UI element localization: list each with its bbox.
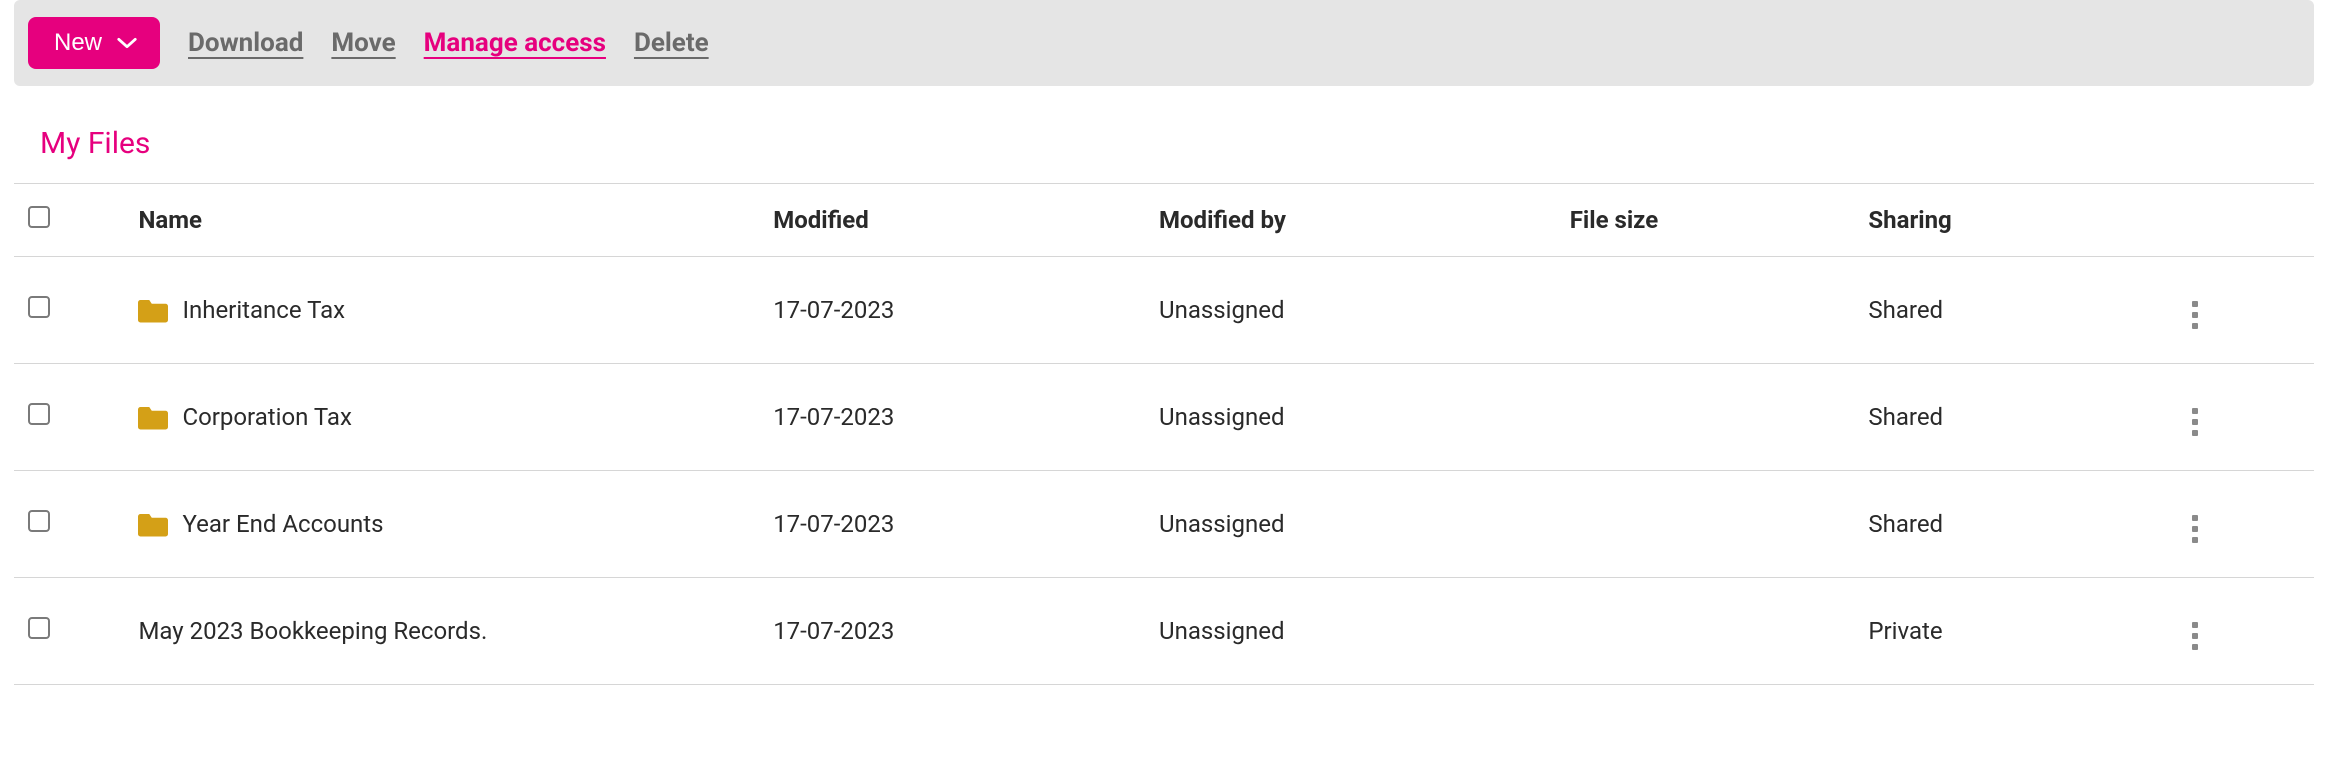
move-link[interactable]: Move: [331, 28, 395, 58]
file-table: Name Modified Modified by File size Shar…: [14, 183, 2314, 685]
row-modified: 17-07-2023: [773, 257, 1159, 364]
row-file-size: [1570, 364, 1869, 471]
table-row: Corporation Tax 17-07-2023Unassigned Share…: [14, 364, 2314, 471]
table-row: Year End Accounts 17-07-2023Unassigned Sha…: [14, 471, 2314, 578]
row-actions-cell: [2155, 578, 2314, 685]
row-name-wrap[interactable]: Inheritance Tax: [138, 296, 763, 324]
header-actions: [2155, 184, 2314, 257]
row-checkbox-cell: [14, 471, 138, 578]
manage-access-link[interactable]: Manage access: [424, 28, 606, 58]
toolbar: New Download Move Manage access Delete: [14, 0, 2314, 86]
row-name-wrap[interactable]: May 2023 Bookkeeping Records.: [138, 617, 763, 645]
row-modified-by: Unassigned: [1159, 364, 1570, 471]
page-title: My Files: [40, 126, 2328, 161]
row-checkbox-cell: [14, 578, 138, 685]
header-checkbox-cell: [14, 184, 138, 257]
table-row: May 2023 Bookkeeping Records. 17-07-2023U…: [14, 578, 2314, 685]
header-name[interactable]: Name: [138, 184, 773, 257]
row-name-wrap[interactable]: Year End Accounts: [138, 510, 763, 538]
row-name-label: Inheritance Tax: [182, 296, 345, 324]
row-name-label: Corporation Tax: [182, 403, 351, 431]
row-name-label: Year End Accounts: [182, 510, 383, 538]
row-name-cell: May 2023 Bookkeeping Records.: [138, 578, 773, 685]
row-checkbox[interactable]: [28, 296, 50, 318]
row-checkbox-cell: [14, 257, 138, 364]
row-file-size: [1570, 257, 1869, 364]
row-sharing: Shared: [1868, 471, 2154, 578]
header-sharing[interactable]: Sharing: [1868, 184, 2154, 257]
more-vertical-icon[interactable]: [2186, 616, 2204, 656]
row-checkbox[interactable]: [28, 617, 50, 639]
row-sharing: Shared: [1868, 364, 2154, 471]
new-button-label: New: [54, 29, 102, 57]
row-modified: 17-07-2023: [773, 364, 1159, 471]
new-button[interactable]: New: [28, 17, 160, 69]
row-file-size: [1570, 471, 1869, 578]
table-row: Inheritance Tax 17-07-2023Unassigned Share…: [14, 257, 2314, 364]
row-checkbox-cell: [14, 364, 138, 471]
row-modified-by: Unassigned: [1159, 578, 1570, 685]
row-actions-cell: [2155, 364, 2314, 471]
more-vertical-icon[interactable]: [2186, 402, 2204, 442]
row-file-size: [1570, 578, 1869, 685]
folder-icon: [138, 297, 168, 323]
row-sharing: Private: [1868, 578, 2154, 685]
row-name-cell: Inheritance Tax: [138, 257, 773, 364]
folder-icon: [138, 511, 168, 537]
download-link[interactable]: Download: [188, 28, 303, 58]
row-modified-by: Unassigned: [1159, 471, 1570, 578]
select-all-checkbox[interactable]: [28, 206, 50, 228]
row-actions-cell: [2155, 257, 2314, 364]
row-modified-by: Unassigned: [1159, 257, 1570, 364]
chevron-down-icon: [116, 29, 138, 57]
row-modified: 17-07-2023: [773, 578, 1159, 685]
more-vertical-icon[interactable]: [2186, 295, 2204, 335]
row-sharing: Shared: [1868, 257, 2154, 364]
table-header-row: Name Modified Modified by File size Shar…: [14, 184, 2314, 257]
row-name-cell: Year End Accounts: [138, 471, 773, 578]
folder-icon: [138, 404, 168, 430]
header-modified[interactable]: Modified: [773, 184, 1159, 257]
row-name-wrap[interactable]: Corporation Tax: [138, 403, 763, 431]
delete-link[interactable]: Delete: [634, 28, 709, 58]
row-checkbox[interactable]: [28, 510, 50, 532]
more-vertical-icon[interactable]: [2186, 509, 2204, 549]
row-name-label: May 2023 Bookkeeping Records.: [138, 617, 487, 645]
row-modified: 17-07-2023: [773, 471, 1159, 578]
header-file-size[interactable]: File size: [1570, 184, 1869, 257]
header-modified-by[interactable]: Modified by: [1159, 184, 1570, 257]
row-name-cell: Corporation Tax: [138, 364, 773, 471]
row-actions-cell: [2155, 471, 2314, 578]
row-checkbox[interactable]: [28, 403, 50, 425]
